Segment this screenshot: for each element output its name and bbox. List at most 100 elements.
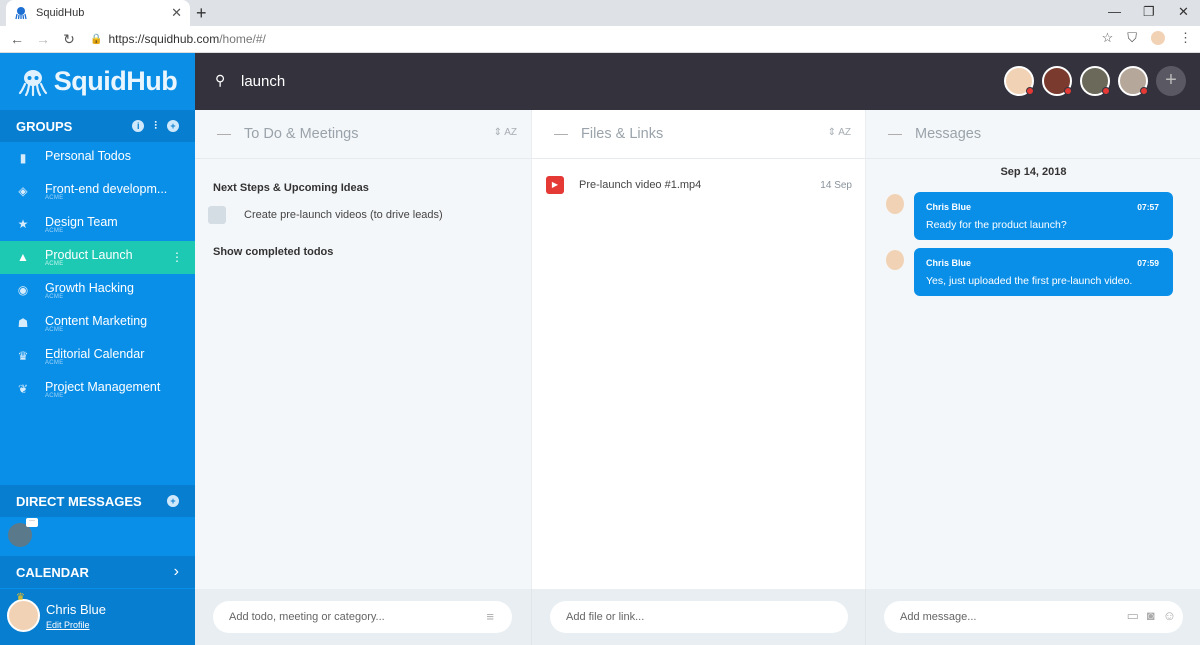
todos-panel: — To Do & Meetings ⇕ AZ Next Steps & Upc…: [195, 110, 531, 589]
add-member-button[interactable]: +: [1156, 66, 1186, 96]
chat-bubble-icon: ···: [26, 518, 38, 527]
filter-sliders-icon[interactable]: ⫶: [154, 120, 157, 133]
group-item-growth-hacking[interactable]: ◉ Growth Hacking ACME: [0, 274, 195, 307]
sort-az-button[interactable]: ⇕ AZ: [828, 127, 851, 138]
address-bar: ← → ↻ 🔒 https://squidhub.com/home/#/ ☆ ⛉…: [0, 26, 1200, 53]
browser-profile-icon[interactable]: [1151, 31, 1165, 45]
chevron-right-icon: ›: [173, 563, 179, 580]
group-name: Growth Hacking: [45, 281, 134, 295]
show-completed-link[interactable]: Show completed todos: [213, 246, 333, 258]
group-name: Front-end developm...: [45, 182, 168, 196]
logo-text: SquidHub: [53, 66, 178, 96]
collapse-icon[interactable]: —: [554, 125, 568, 141]
group-item-design-team[interactable]: ★ Design Team ACME: [0, 208, 195, 241]
message-sender: Chris Blue: [926, 202, 972, 212]
group-name: Project Management: [45, 380, 161, 394]
group-name: Personal Todos: [45, 149, 131, 163]
message-avatar[interactable]: [886, 250, 904, 270]
video-play-icon: ▶: [546, 176, 564, 194]
tab-close-icon[interactable]: ✕: [171, 5, 182, 21]
trophy-icon: ♛: [17, 349, 29, 363]
collapse-icon[interactable]: —: [217, 125, 231, 141]
message-bubble: Chris Blue 07:59 Yes, just uploaded the …: [914, 248, 1173, 296]
book-icon: ▮: [19, 151, 27, 165]
crown-icon: ♛: [16, 592, 25, 603]
search-icon: ⚲: [215, 72, 226, 88]
group-item-editorial-calendar[interactable]: ♛ Editorial Calendar ACME: [0, 340, 195, 373]
forward-icon[interactable]: →: [30, 31, 56, 47]
group-item-project-management[interactable]: ❦ Project Management ACME: [0, 373, 195, 406]
member-avatar[interactable]: [1042, 66, 1072, 96]
message-text: Yes, just uploaded the first pre-launch …: [926, 275, 1133, 287]
minimize-icon[interactable]: —: [1108, 4, 1121, 19]
status-dot: [1064, 87, 1072, 95]
url-path: /home/#/: [219, 32, 266, 46]
group-item-content-marketing[interactable]: ☗ Content Marketing ACME: [0, 307, 195, 340]
message-time: 07:57: [1137, 202, 1159, 212]
search-input[interactable]: [241, 69, 641, 93]
group-item-product-launch[interactable]: ▲ Product Launch ACME ⋮: [0, 241, 195, 274]
tab-title: SquidHub: [36, 7, 85, 19]
sort-arrows-icon: ⇕: [827, 127, 836, 138]
todos-header: — To Do & Meetings ⇕ AZ: [195, 110, 531, 159]
files-footer: [531, 589, 865, 645]
back-icon[interactable]: ←: [4, 31, 30, 47]
messages-header: — Messages: [866, 110, 1200, 159]
browser-menu-icon[interactable]: ⋮: [1179, 30, 1192, 46]
group-members: +: [1004, 66, 1186, 96]
message-avatar[interactable]: [886, 194, 904, 214]
status-dot: [1026, 87, 1034, 95]
group-name: Editorial Calendar: [45, 347, 145, 361]
file-item[interactable]: ▶ Pre-launch video #1.mp4 14 Sep: [546, 176, 852, 194]
group-name: Design Team: [45, 215, 118, 229]
files-panel: — Files & Links ⇕ AZ ▶ Pre-launch video …: [531, 110, 865, 589]
file-name: Pre-launch video #1.mp4: [579, 179, 702, 191]
message-sender: Chris Blue: [926, 258, 972, 268]
url-host: https://squidhub.com: [108, 32, 220, 46]
logo[interactable]: SquidHub: [0, 53, 195, 110]
new-tab-icon[interactable]: +: [196, 3, 207, 24]
add-group-icon[interactable]: +: [167, 119, 179, 132]
files-title: Files & Links: [581, 126, 664, 142]
message-time: 07:59: [1137, 258, 1159, 268]
restore-icon[interactable]: ❐: [1143, 4, 1155, 20]
info-icon[interactable]: i: [132, 119, 145, 132]
member-avatar[interactable]: [1004, 66, 1034, 96]
group-options-icon[interactable]: ⋮: [171, 250, 183, 264]
reload-icon[interactable]: ↻: [56, 31, 82, 48]
menu-lines-icon[interactable]: ≡: [486, 609, 494, 624]
emoji-icon[interactable]: ☺: [1163, 608, 1176, 624]
profile-name: Chris Blue: [46, 602, 106, 617]
todo-text[interactable]: Create pre-launch videos (to drive leads…: [244, 209, 443, 221]
todos-footer: ≡: [195, 589, 531, 645]
camera-icon[interactable]: ◙: [1147, 608, 1155, 624]
edit-profile-link[interactable]: Edit Profile: [46, 620, 90, 630]
ghost-icon: ☗: [17, 316, 29, 330]
browser-tab[interactable]: SquidHub ✕: [6, 0, 190, 26]
messages-title: Messages: [915, 126, 982, 142]
add-todo-input[interactable]: [213, 601, 512, 633]
add-file-input[interactable]: [550, 601, 848, 633]
calendar-header[interactable]: CALENDAR ›: [0, 556, 195, 588]
member-avatar[interactable]: [1080, 66, 1110, 96]
messages-footer: ▭ ◙ ☺: [865, 589, 1200, 645]
groups-label: GROUPS: [16, 118, 73, 134]
todo-checkbox[interactable]: [208, 206, 226, 224]
lock-icon: 🔒: [90, 33, 103, 45]
squid-favicon-icon: [15, 7, 27, 20]
window-close-icon[interactable]: ✕: [1178, 4, 1189, 20]
video-call-icon[interactable]: ▭: [1127, 608, 1139, 624]
member-avatar[interactable]: [1118, 66, 1148, 96]
group-item-front-end-development[interactable]: ◈ Front-end developm... ACME: [0, 175, 195, 208]
todo-category-title[interactable]: Next Steps & Upcoming Ideas: [213, 182, 369, 194]
collapse-icon[interactable]: —: [888, 125, 902, 141]
profile-avatar[interactable]: [7, 599, 40, 632]
browser-tab-bar: SquidHub ✕ + — ❐ ✕: [0, 0, 1200, 26]
shield-icon[interactable]: ⛉: [1127, 30, 1137, 46]
group-item-personal-todos[interactable]: ▮ Personal Todos: [0, 142, 195, 175]
sort-az-button[interactable]: ⇕ AZ: [494, 127, 517, 138]
bookmark-star-icon[interactable]: ☆: [1102, 30, 1114, 46]
url-field[interactable]: 🔒 https://squidhub.com/home/#/: [90, 32, 266, 46]
add-direct-message-icon[interactable]: +: [167, 495, 179, 507]
profile-section: ♛ Chris Blue Edit Profile: [0, 589, 195, 645]
